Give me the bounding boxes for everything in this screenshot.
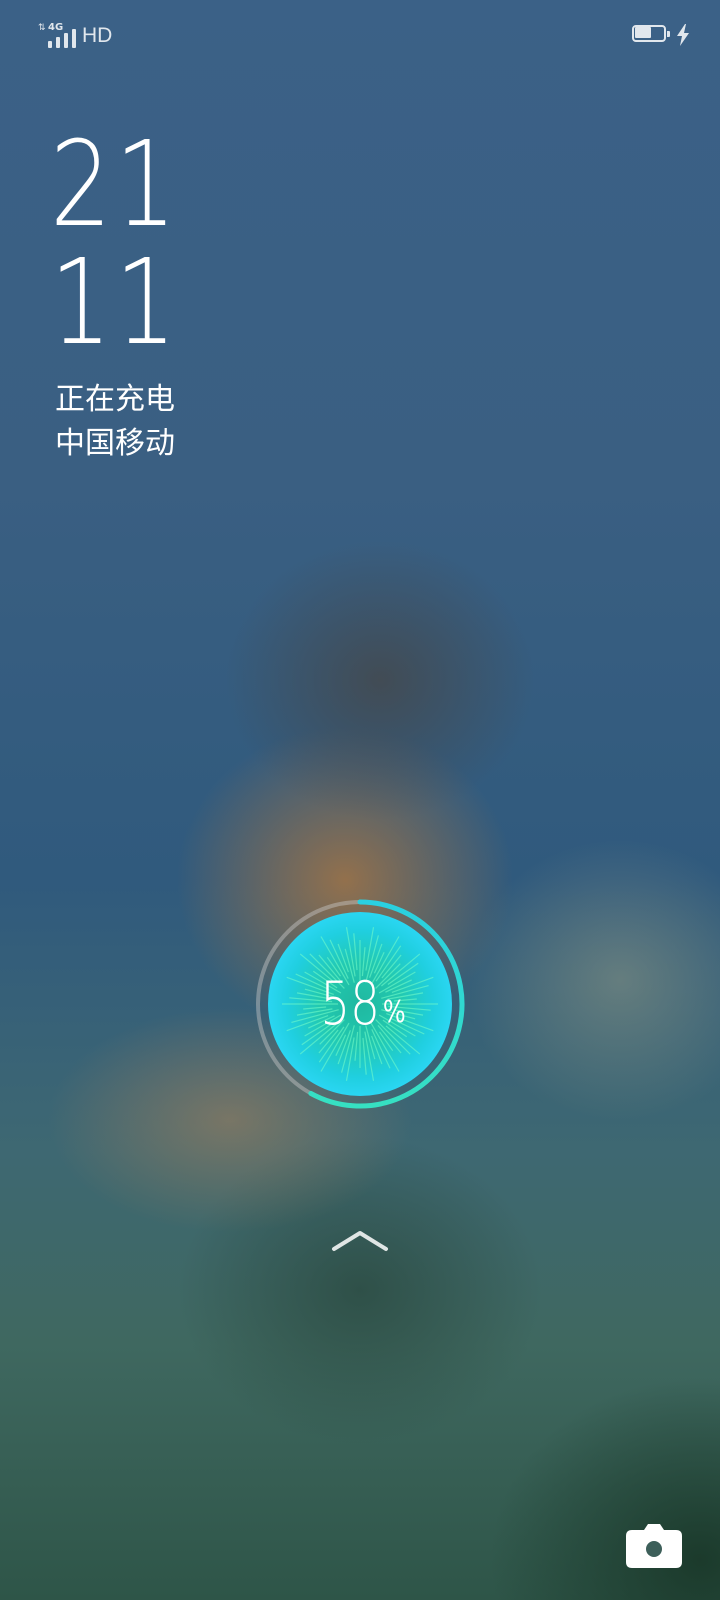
clock-hour: 21 <box>50 115 180 253</box>
signal-indicator: ⇅ 4G HD <box>38 22 120 50</box>
signal-strength-icon <box>48 26 78 48</box>
hd-voice-label: HD <box>82 24 113 47</box>
charge-percent-value: 58 <box>319 969 380 1039</box>
signal-bar <box>72 29 76 48</box>
chevron-up-icon[interactable] <box>330 1225 390 1255</box>
charge-percent: 58 % <box>252 896 468 1112</box>
signal-bar <box>48 41 52 48</box>
battery-indicator <box>632 24 690 48</box>
lock-clock: 21 11 <box>50 125 250 361</box>
charging-status-text: 正在充电 <box>55 382 175 417</box>
bolt-icon <box>677 24 689 46</box>
charging-indicator: 58 % <box>252 896 468 1112</box>
carrier-name: 中国移动 <box>55 426 175 461</box>
signal-bar <box>56 37 60 48</box>
data-activity-icon: ⇅ <box>38 23 46 33</box>
charge-percent-sign: % <box>382 994 406 1030</box>
status-bar: ⇅ 4G HD <box>0 0 720 72</box>
signal-bar <box>64 33 68 48</box>
battery-level-fill <box>635 27 651 38</box>
battery-tip <box>667 31 670 37</box>
lockscreen: ⇅ 4G HD 21 11 正在充电 中国移动 58 % <box>0 0 720 1600</box>
camera-icon[interactable] <box>624 1522 684 1572</box>
clock-minute: 11 <box>50 233 180 371</box>
